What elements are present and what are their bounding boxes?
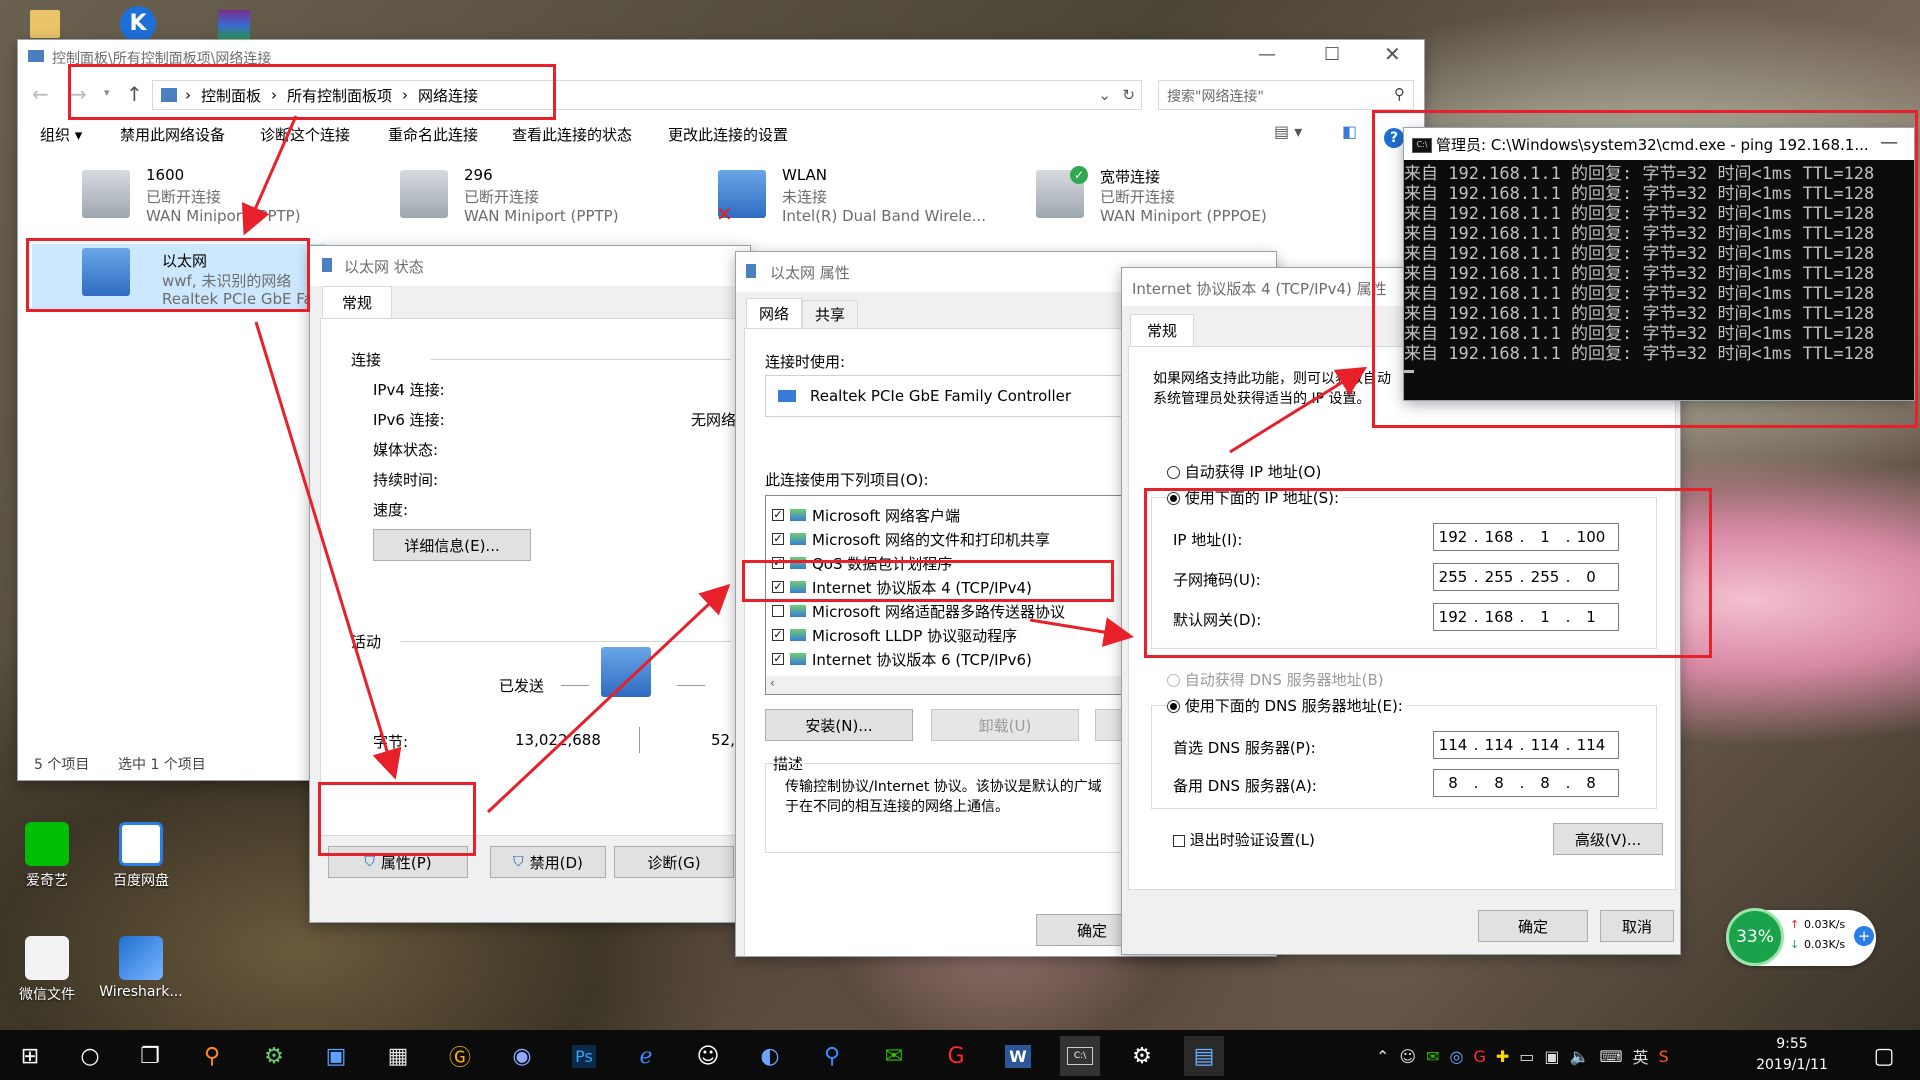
tray-volume-icon[interactable]: 🔈 (1570, 1047, 1590, 1066)
upload-arrow-icon: ↑ (1790, 918, 1800, 931)
tray-sogou-icon[interactable]: S (1659, 1047, 1669, 1066)
iqiyi-icon (25, 822, 69, 866)
taskbar-browser-icon[interactable]: ◐ (750, 1036, 790, 1076)
tray-wechat-icon[interactable]: ✉ (1426, 1047, 1439, 1066)
taskbar-magnifier-icon[interactable]: ⚲ (812, 1036, 852, 1076)
clock-time: 9:55 (1776, 1036, 1808, 1052)
tray-g-icon[interactable]: G (1473, 1047, 1485, 1066)
taskbar-wechat-icon[interactable]: ✉ (874, 1036, 914, 1076)
taskbar-control-panel-icon[interactable]: ▦ (378, 1036, 418, 1076)
taskbar-g-app-icon[interactable]: Ⓖ (440, 1036, 480, 1076)
system-tray: ⌃ ☺ ✉ ◎ G ✚ ▭ ▣ 🔈 ⌨ 英 S (1376, 1042, 1669, 1070)
start-windows-icon[interactable]: ⊞ (10, 1036, 50, 1076)
taskbar-settings-icon[interactable]: ⚙ (1122, 1036, 1162, 1076)
taskbar-network-tool-icon[interactable]: ⚙ (254, 1036, 294, 1076)
taskbar-cmd-icon[interactable]: C:\ (1060, 1036, 1100, 1076)
arrow-2 (254, 321, 402, 780)
desktop-icon-iqiyi[interactable]: 爱奇艺 (2, 822, 92, 890)
taskbar-red-g-icon[interactable]: G (936, 1036, 976, 1076)
taskbar-search-app-icon[interactable]: ⚲ (192, 1036, 232, 1076)
taskbar-disc-app-icon[interactable]: ◉ (502, 1036, 542, 1076)
tray-qq-icon[interactable]: ☺ (1399, 1047, 1416, 1066)
cortana-search-icon[interactable]: ○ (70, 1036, 110, 1076)
tray-keyboard-icon[interactable]: ⌨ (1599, 1047, 1622, 1066)
download-arrow-icon: ↓ (1790, 938, 1800, 951)
taskbar-edge-icon[interactable]: ℯ (626, 1036, 666, 1076)
speed-widget[interactable]: 33% ↑ 0.03K/s ↓ 0.03K/s + (1726, 908, 1876, 966)
tray-ime-indicator[interactable]: 英 (1633, 1044, 1649, 1068)
tray-app-icon[interactable]: ◎ (1450, 1047, 1464, 1066)
upload-speed: 0.03K/s (1804, 918, 1846, 931)
tray-battery-icon[interactable]: ▭ (1519, 1047, 1534, 1066)
arrow-4 (1029, 617, 1134, 647)
task-view-icon[interactable]: ❐ (130, 1036, 170, 1076)
desktop-icon-wireshark[interactable]: Wireshark... (96, 936, 186, 1000)
arrow-5 (1229, 366, 1368, 454)
add-icon[interactable]: + (1854, 926, 1874, 946)
clock-date: 2019/1/11 (1756, 1057, 1828, 1073)
desktop-icon-wechat-files[interactable]: 微信文件 (2, 936, 92, 1004)
arrow-3 (486, 583, 731, 814)
clock[interactable]: 9:55 2019/1/11 (1752, 1034, 1832, 1076)
tray-expand-icon[interactable]: ⌃ (1376, 1047, 1389, 1066)
taskbar-word-icon[interactable]: W (998, 1036, 1038, 1076)
wireshark-fin-icon (119, 936, 163, 980)
arrow-1 (241, 115, 298, 236)
annotation-arrows (241, 115, 1368, 814)
tray-network-icon[interactable]: ▣ (1544, 1047, 1559, 1066)
taskbar-remote-desktop-icon[interactable]: ▣ (316, 1036, 356, 1076)
notification-center-icon[interactable]: ▢ (1864, 1036, 1904, 1076)
baidu-netdisk-icon (119, 822, 163, 866)
tray-plus-icon[interactable]: ✚ (1496, 1047, 1509, 1066)
download-speed: 0.03K/s (1804, 938, 1846, 951)
taskbar-photoshop-icon[interactable]: Ps (564, 1036, 604, 1076)
taskbar-network-connections-icon[interactable]: ▤ (1184, 1036, 1224, 1076)
memory-usage-ring: 33% (1726, 908, 1784, 966)
taskbar-qq-icon[interactable]: ☺ (688, 1036, 728, 1076)
desktop-icon-baidu-netdisk[interactable]: 百度网盘 (96, 822, 186, 890)
file-shortcut-icon (25, 936, 69, 980)
